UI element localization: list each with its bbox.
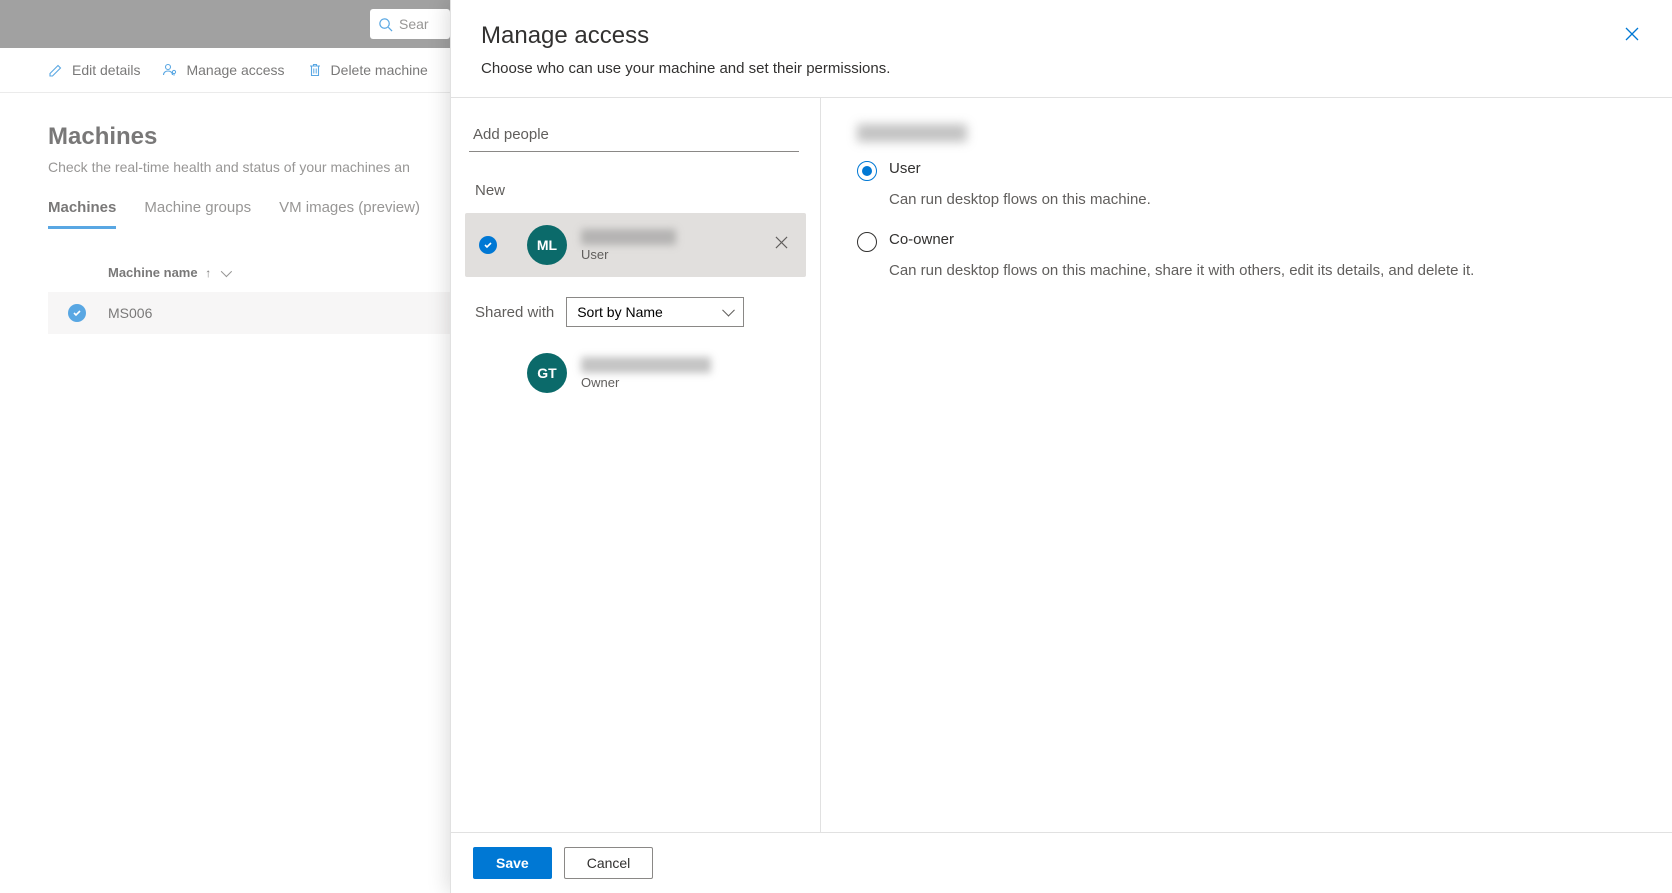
search-box[interactable]: Sear bbox=[370, 9, 450, 39]
save-button[interactable]: Save bbox=[473, 847, 552, 879]
permission-radio-group: User Can run desktop flows on this machi… bbox=[857, 160, 1636, 282]
row-checked-icon[interactable] bbox=[68, 304, 86, 322]
close-button[interactable] bbox=[1620, 24, 1644, 48]
search-placeholder-text: Sear bbox=[399, 16, 429, 32]
avatar: ML bbox=[527, 225, 567, 265]
permission-user-option[interactable]: User Can run desktop flows on this machi… bbox=[857, 160, 1636, 211]
edit-icon bbox=[48, 62, 64, 78]
radio-coowner-label: Co-owner bbox=[889, 231, 954, 248]
search-icon bbox=[378, 17, 393, 32]
tab-machines[interactable]: Machines bbox=[48, 199, 116, 229]
shared-with-row: Shared with Sort by Name bbox=[475, 297, 806, 327]
col-machine-name-label: Machine name bbox=[108, 265, 198, 280]
col-machine-name[interactable]: Machine name ↑ bbox=[108, 265, 229, 280]
person-selected-icon[interactable] bbox=[479, 236, 497, 254]
radio-coowner-desc: Can run desktop flows on this machine, s… bbox=[889, 260, 1636, 282]
chevron-down-icon bbox=[221, 266, 232, 277]
shared-with-label: Shared with bbox=[475, 304, 554, 321]
radio-user-label: User bbox=[889, 160, 921, 177]
sort-up-icon: ↑ bbox=[205, 266, 211, 280]
manage-access-button[interactable]: Manage access bbox=[162, 62, 284, 78]
person-info: Owner bbox=[581, 357, 792, 390]
radio-coowner[interactable] bbox=[857, 232, 877, 252]
row-machine-name: MS006 bbox=[108, 305, 152, 321]
close-icon bbox=[775, 236, 788, 253]
selected-person-name-redacted bbox=[857, 124, 967, 142]
tab-vm-images[interactable]: VM images (preview) bbox=[279, 199, 420, 229]
panel-left-column: New ML User Shared with bbox=[451, 98, 821, 832]
person-role: Owner bbox=[581, 375, 792, 390]
shared-person-row[interactable]: GT Owner bbox=[465, 341, 806, 405]
new-person-row[interactable]: ML User bbox=[465, 213, 806, 277]
cancel-button[interactable]: Cancel bbox=[564, 847, 654, 879]
person-name-redacted bbox=[581, 357, 711, 373]
delete-machine-label: Delete machine bbox=[331, 62, 428, 78]
delete-icon bbox=[307, 62, 323, 78]
remove-person-button[interactable] bbox=[771, 232, 792, 258]
radio-user-desc: Can run desktop flows on this machine. bbox=[889, 189, 1636, 211]
permission-coowner-option[interactable]: Co-owner Can run desktop flows on this m… bbox=[857, 231, 1636, 282]
add-people-input[interactable] bbox=[469, 120, 799, 152]
tab-machine-groups[interactable]: Machine groups bbox=[144, 199, 251, 229]
person-name-redacted bbox=[581, 229, 676, 245]
edit-details-label: Edit details bbox=[72, 62, 140, 78]
panel-header: Manage access Choose who can use your ma… bbox=[451, 0, 1672, 98]
sort-dropdown-label: Sort by Name bbox=[577, 304, 663, 320]
delete-machine-button[interactable]: Delete machine bbox=[307, 62, 428, 78]
panel-right-column: User Can run desktop flows on this machi… bbox=[821, 98, 1672, 832]
panel-subtitle: Choose who can use your machine and set … bbox=[481, 60, 1642, 77]
panel-title: Manage access bbox=[481, 22, 1642, 50]
panel-body: New ML User Shared with bbox=[451, 98, 1672, 832]
section-new-label: New bbox=[475, 182, 806, 199]
edit-details-button[interactable]: Edit details bbox=[48, 62, 140, 78]
person-role: User bbox=[581, 247, 757, 262]
avatar: GT bbox=[527, 353, 567, 393]
manage-access-panel: Manage access Choose who can use your ma… bbox=[450, 0, 1672, 893]
manage-access-label: Manage access bbox=[186, 62, 284, 78]
sort-dropdown[interactable]: Sort by Name bbox=[566, 297, 744, 327]
close-icon bbox=[1625, 27, 1639, 46]
people-icon bbox=[162, 62, 178, 78]
person-info: User bbox=[581, 229, 757, 262]
radio-user[interactable] bbox=[857, 161, 877, 181]
panel-footer: Save Cancel bbox=[451, 832, 1672, 893]
